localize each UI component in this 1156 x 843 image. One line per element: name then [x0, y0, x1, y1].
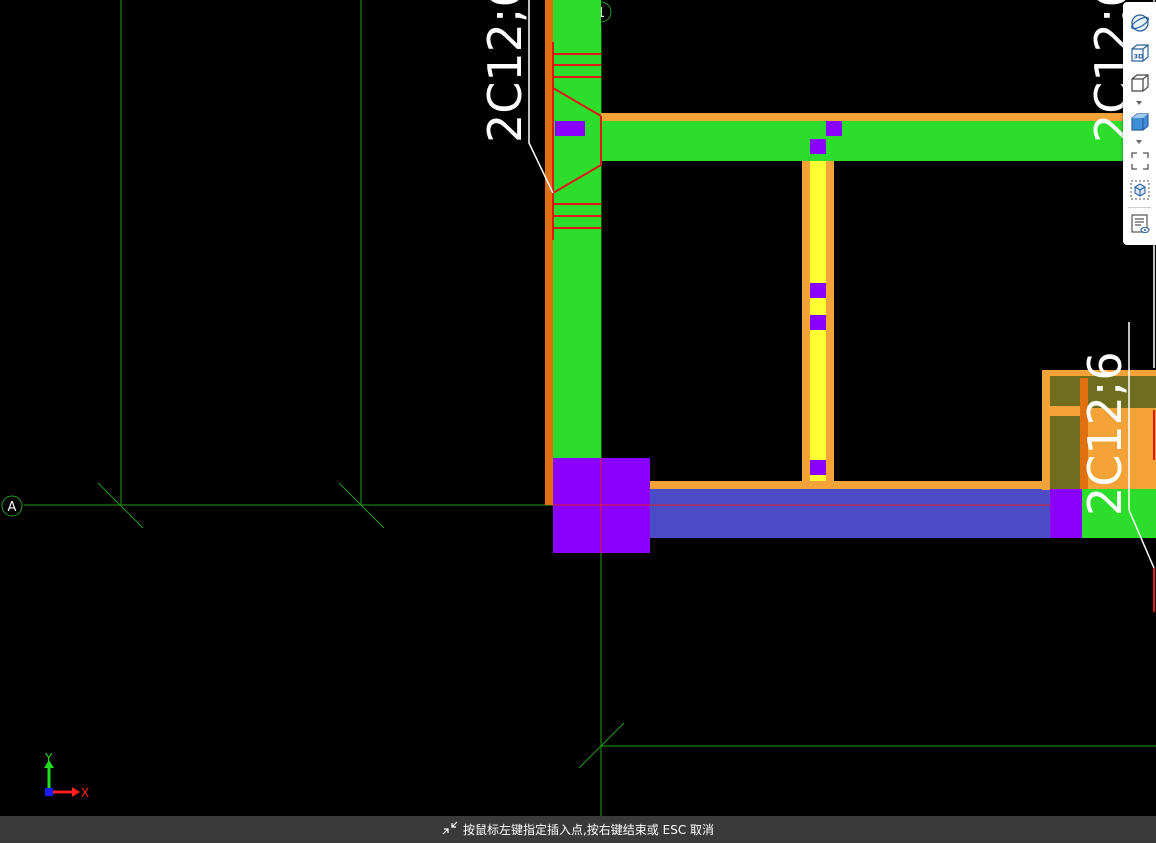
- 3d-view-button[interactable]: 3D: [1126, 40, 1154, 66]
- beam-bottom[interactable]: [650, 481, 1066, 538]
- status-bar: 按鼠标左键指定插入点,按右键结束或 ESC 取消: [0, 816, 1156, 843]
- ucs-y-label: Y: [44, 751, 53, 765]
- axis-label-a-left: A: [8, 500, 17, 515]
- beam-top[interactable]: [601, 113, 1156, 161]
- axis-bubble-a-left[interactable]: A: [1, 495, 23, 517]
- shaded-view-button[interactable]: [1126, 109, 1154, 135]
- ucs-x-label: X: [81, 786, 89, 800]
- rebar-label-upper-left[interactable]: 2C12;6: [478, 0, 532, 143]
- properties-list-icon: [1131, 214, 1150, 234]
- orbit-icon: [1130, 14, 1150, 32]
- zoom-extents-icon: [1131, 152, 1149, 170]
- chevron-down-icon[interactable]: [1136, 140, 1142, 144]
- chevron-down-icon[interactable]: [1136, 101, 1142, 105]
- rebar-label-lower-right[interactable]: 2C12;6: [1078, 351, 1132, 516]
- command-prompt: 按鼠标左键指定插入点,按右键结束或 ESC 取消: [462, 823, 715, 837]
- select-box-icon: [1130, 180, 1150, 200]
- view-cube-icon: [1131, 74, 1149, 92]
- drawing-canvas[interactable]: 1 A A: [0, 0, 1156, 816]
- properties-button[interactable]: [1126, 211, 1154, 237]
- select-box-button[interactable]: [1126, 177, 1154, 203]
- svg-text:3D: 3D: [1134, 53, 1145, 61]
- toolbar-separator: [1128, 207, 1151, 208]
- 3d-view-icon: 3D: [1131, 44, 1149, 62]
- view-cube-button[interactable]: [1126, 70, 1154, 96]
- ucs-icon: Y X: [44, 751, 89, 800]
- shaded-cube-icon: [1131, 113, 1149, 131]
- zoom-extents-button[interactable]: [1126, 148, 1154, 174]
- view-toolbar: 3D: [1123, 2, 1156, 245]
- orbit-button[interactable]: [1126, 10, 1154, 36]
- cursor-arrows-icon: [442, 821, 458, 838]
